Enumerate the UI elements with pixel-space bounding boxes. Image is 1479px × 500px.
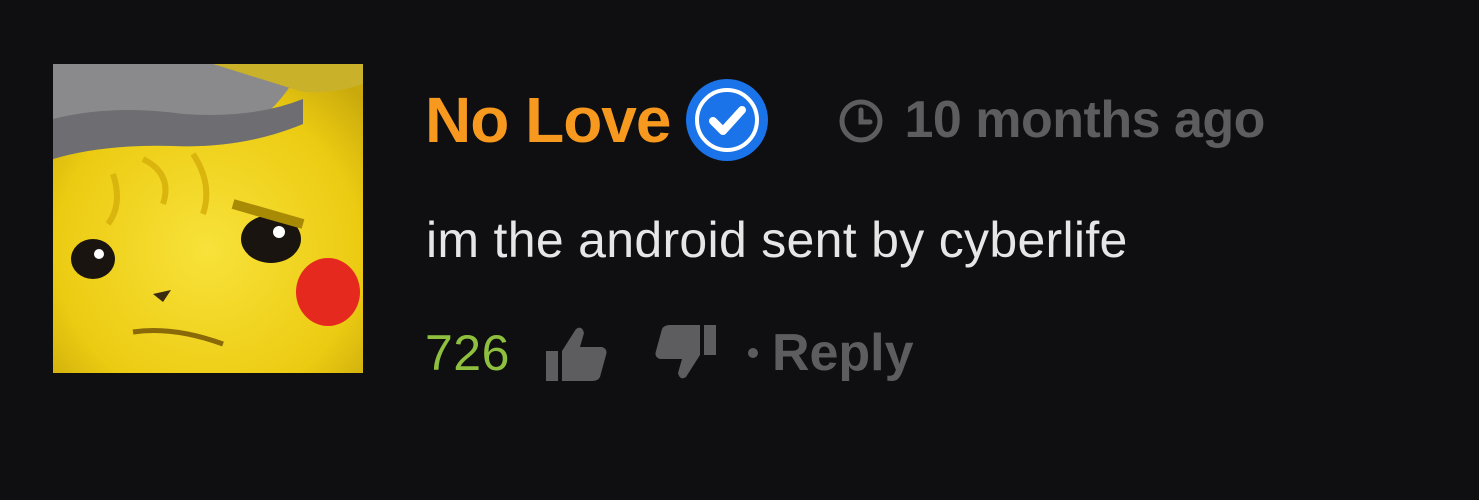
timestamp-text: 10 months ago — [904, 91, 1265, 149]
thumbs-up-icon[interactable] — [544, 323, 608, 383]
avatar[interactable] — [53, 64, 363, 373]
comment-text: im the android sent by cyberlife — [426, 212, 1128, 268]
separator-dot — [747, 348, 758, 358]
thumbs-down-icon[interactable] — [654, 323, 718, 383]
comment-actions: 726 Reply — [425, 318, 914, 388]
username[interactable]: No Love — [425, 88, 671, 152]
comment: No Love 10 months ago im the android sen… — [0, 0, 1479, 500]
pikachu-avatar-image — [53, 64, 363, 373]
comment-header: No Love 10 months ago — [425, 66, 1265, 174]
clock-icon — [838, 97, 884, 143]
like-count: 726 — [425, 325, 510, 381]
reply-button[interactable]: Reply — [772, 323, 914, 383]
timestamp: 10 months ago — [838, 90, 1265, 150]
verified-check-icon — [686, 79, 769, 161]
